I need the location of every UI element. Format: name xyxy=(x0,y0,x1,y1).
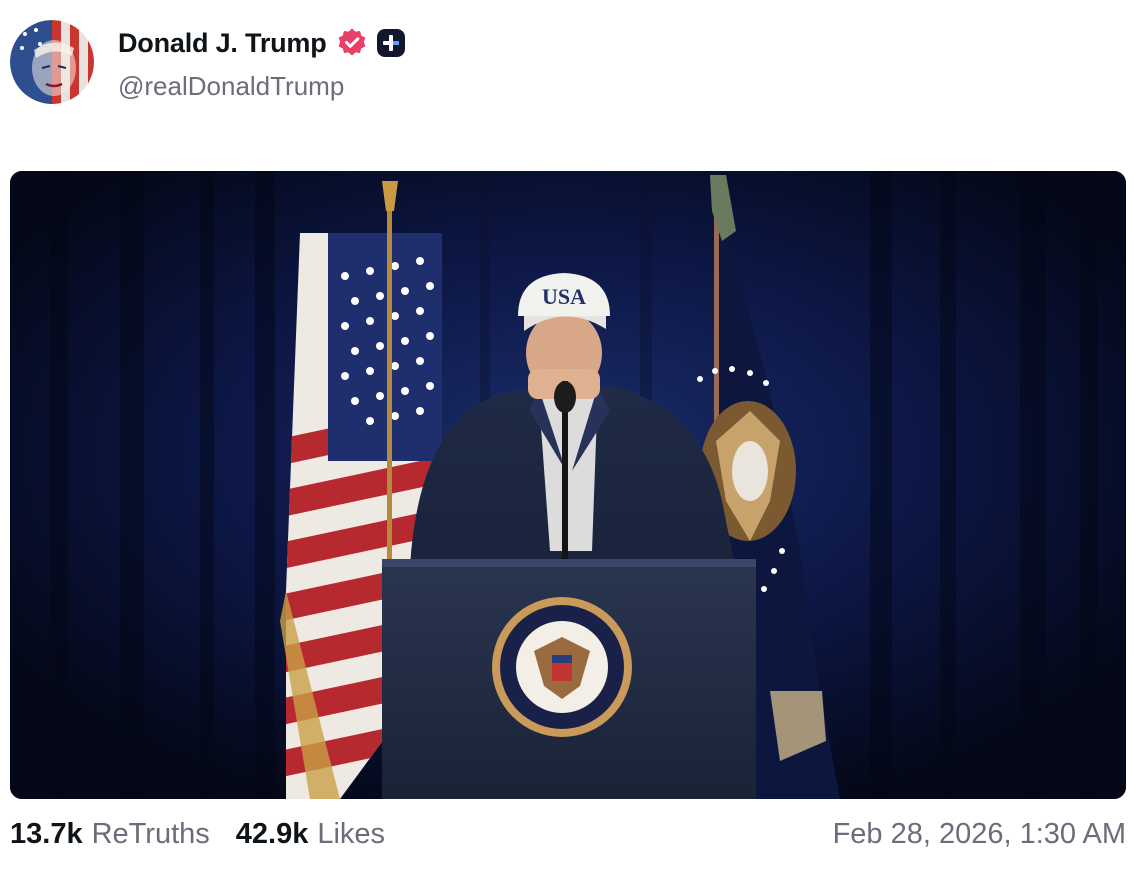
likes-count: 42.9k xyxy=(235,818,309,850)
author-name-row: Donald J. Trump xyxy=(118,26,406,60)
retruths-label: ReTruths xyxy=(91,818,210,850)
podium xyxy=(382,559,756,799)
post-stats: 13.7k ReTruths 42.9k Likes xyxy=(10,818,385,858)
post-media-image[interactable]: USA xyxy=(10,171,1126,799)
post-timestamp[interactable]: Feb 28, 2026, 1:30 AM xyxy=(833,818,1126,858)
cap-text: USA xyxy=(542,284,586,309)
press-conference-photo: USA xyxy=(10,171,1126,799)
author-avatar[interactable] xyxy=(10,20,94,104)
plus-badge-icon xyxy=(376,29,405,57)
verified-badge-icon xyxy=(338,28,365,56)
author-display-name[interactable]: Donald J. Trump xyxy=(118,28,327,59)
author-handle[interactable]: @realDonaldTrump xyxy=(118,71,344,102)
retruths-stat[interactable]: 13.7k ReTruths xyxy=(10,818,210,851)
avatar-image xyxy=(10,20,94,104)
likes-label: Likes xyxy=(317,818,386,850)
truth-post: Donald J. Trump @realDonaldTrump USA 13.… xyxy=(0,0,1134,882)
retruths-count: 13.7k xyxy=(10,818,83,850)
likes-stat[interactable]: 42.9k Likes xyxy=(236,818,385,851)
